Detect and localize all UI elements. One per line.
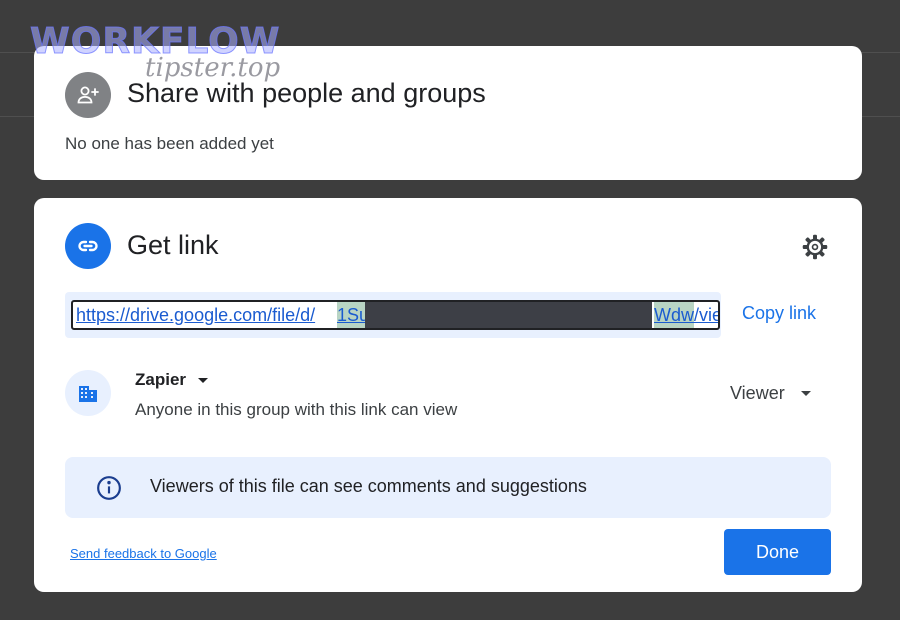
role-label: Viewer — [730, 383, 785, 403]
gear-icon[interactable] — [800, 232, 830, 262]
share-url-field: https://drive.google.com/file/d/ 1Su Wdw… — [65, 292, 721, 338]
url-prefix: https://drive.google.com/file/d/ — [76, 305, 316, 325]
info-icon — [95, 474, 123, 502]
watermark-subtitle: tipster.top — [145, 53, 281, 83]
link-icon — [65, 223, 111, 269]
share-url-input[interactable]: https://drive.google.com/file/d/ 1Su Wdw… — [71, 300, 720, 330]
get-link-card: Get link https://drive.google.com/file/d… — [34, 198, 862, 592]
share-subtitle: No one has been added yet — [65, 134, 274, 153]
get-link-title: Get link — [127, 230, 219, 260]
url-suffix: /vie — [694, 305, 720, 325]
url-redacted — [365, 302, 652, 328]
chevron-down-icon — [800, 391, 811, 396]
access-description: Anyone in this group with this link can … — [135, 400, 458, 419]
info-text: Viewers of this file can see comments an… — [150, 476, 587, 496]
building-icon — [65, 370, 111, 416]
copy-link-button[interactable]: Copy link — [742, 303, 816, 324]
group-access-dropdown[interactable]: Zapier — [135, 370, 209, 390]
send-feedback-link[interactable]: Send feedback to Google — [70, 546, 217, 561]
url-highlight-end: Wdw — [654, 302, 694, 328]
chevron-down-icon — [198, 377, 209, 383]
group-name: Zapier — [135, 370, 187, 389]
role-dropdown[interactable]: Viewer — [730, 383, 811, 404]
info-banner: Viewers of this file can see comments an… — [65, 457, 831, 518]
done-button[interactable]: Done — [724, 529, 831, 575]
watermark: WORKFLOW tipster.top — [30, 21, 281, 83]
